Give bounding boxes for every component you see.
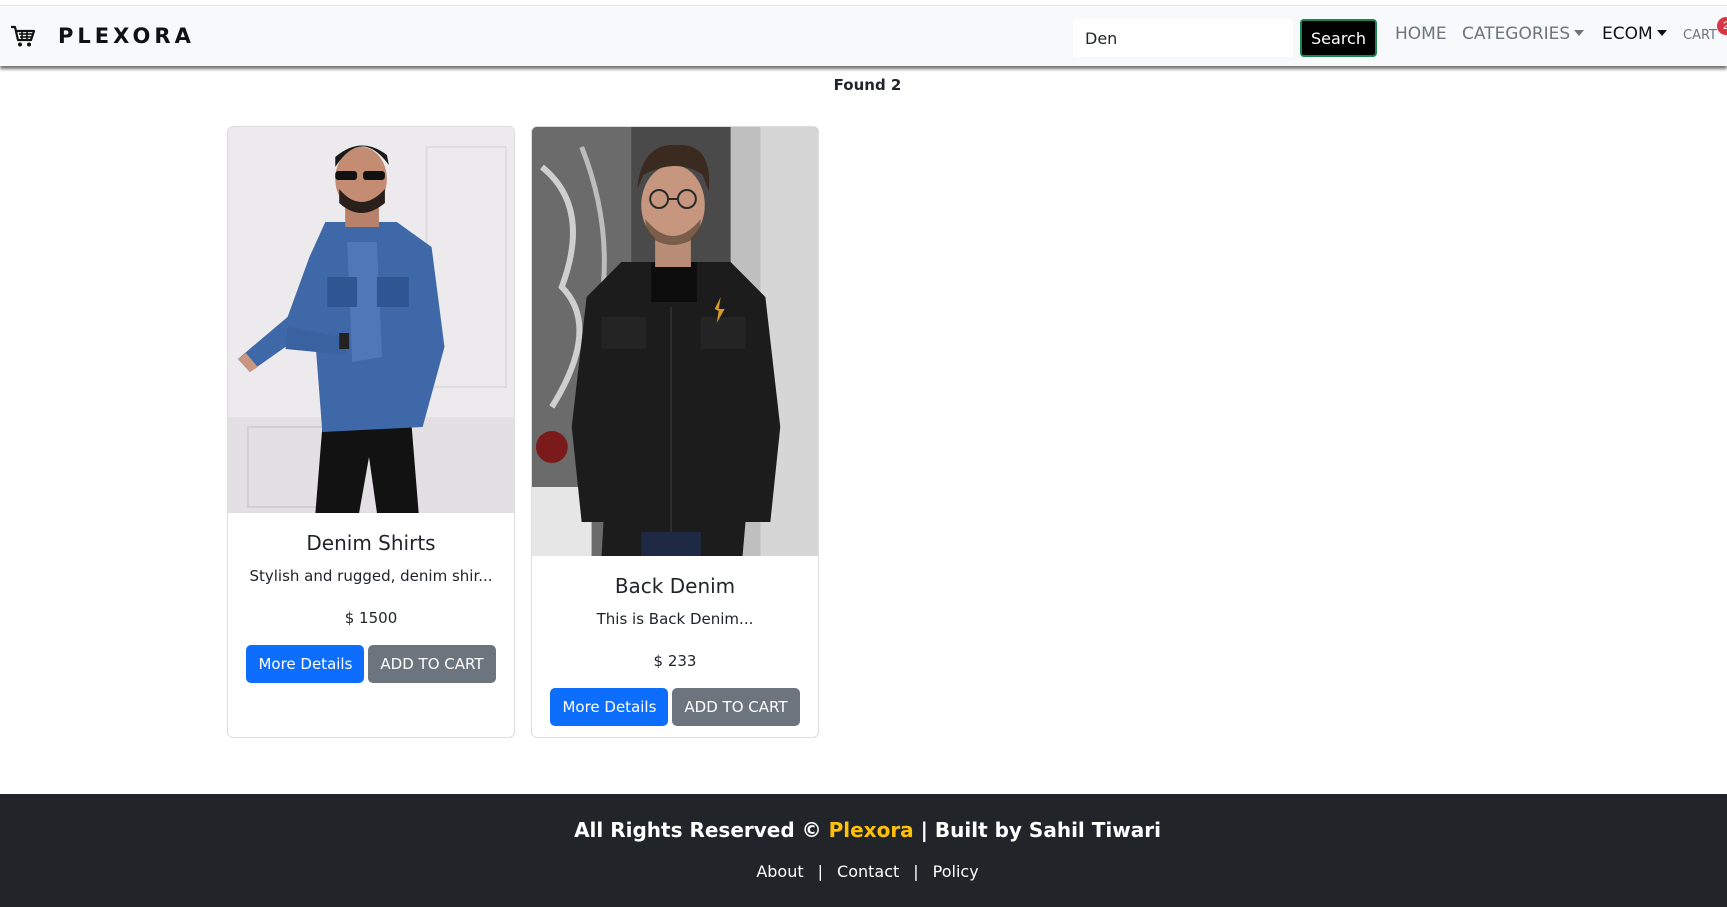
product-price: $ 233 <box>653 652 697 670</box>
nav-home[interactable]: HOME <box>1395 24 1447 44</box>
more-details-button[interactable]: More Details <box>246 645 365 683</box>
product-actions: More Details ADD TO CART <box>228 645 514 683</box>
navbar: PLEXORA Search HOME CATEGORIES ECOM CART… <box>0 6 1727 66</box>
footer-separator: | <box>817 862 824 881</box>
brand[interactable]: PLEXORA <box>10 23 195 49</box>
product-image <box>532 127 818 556</box>
product-card-body: Denim Shirts Stylish and rugged, denim s… <box>228 513 514 683</box>
footer-link-contact[interactable]: Contact <box>837 862 899 881</box>
add-to-cart-button[interactable]: ADD TO CART <box>368 645 496 683</box>
footer-suffix: | Built by Sahil Tiwari <box>913 818 1161 842</box>
nav-user-label: ECOM <box>1602 24 1653 44</box>
caret-down-icon <box>1656 30 1667 36</box>
footer-brand: Plexora <box>828 818 914 842</box>
product-name: Denim Shirts <box>306 531 436 555</box>
product-name: Back Denim <box>614 574 736 598</box>
footer-copyright: All Rights Reserved © Plexora | Built by… <box>0 818 1727 842</box>
product-card-body: Back Denim This is Back Denim... $ 233 M… <box>532 556 818 726</box>
product-price: $ 1500 <box>344 609 398 627</box>
add-to-cart-button[interactable]: ADD TO CART <box>672 688 800 726</box>
search-button[interactable]: Search <box>1300 19 1377 57</box>
footer: All Rights Reserved © Plexora | Built by… <box>0 794 1727 907</box>
footer-links: About | Contact | Policy <box>0 862 1727 881</box>
footer-link-policy[interactable]: Policy <box>933 862 979 881</box>
product-card: Back Denim This is Back Denim... $ 233 M… <box>531 126 819 738</box>
more-details-button[interactable]: More Details <box>550 688 669 726</box>
footer-prefix: All Rights Reserved © <box>574 818 829 842</box>
product-card: Denim Shirts Stylish and rugged, denim s… <box>227 126 515 738</box>
caret-down-icon <box>1574 30 1585 36</box>
product-description: Stylish and rugged, denim shir... <box>249 567 493 585</box>
nav-categories-dropdown[interactable]: CATEGORIES <box>1462 24 1585 44</box>
shopping-cart-icon <box>11 25 36 47</box>
search-input[interactable] <box>1073 19 1293 57</box>
product-image <box>228 127 514 513</box>
cart-count-badge: 2 <box>1717 17 1727 35</box>
brand-name: PLEXORA <box>58 24 195 48</box>
footer-separator: | <box>913 862 919 881</box>
footer-link-about[interactable]: About <box>756 862 803 881</box>
nav-user-dropdown[interactable]: ECOM <box>1602 24 1667 44</box>
product-actions: More Details ADD TO CART <box>532 688 818 726</box>
nav-categories-label: CATEGORIES <box>1462 24 1571 44</box>
nav-cart[interactable]: CART <box>1683 28 1717 43</box>
product-description: This is Back Denim... <box>596 610 754 628</box>
search-results-count: Found 2 <box>833 76 902 94</box>
